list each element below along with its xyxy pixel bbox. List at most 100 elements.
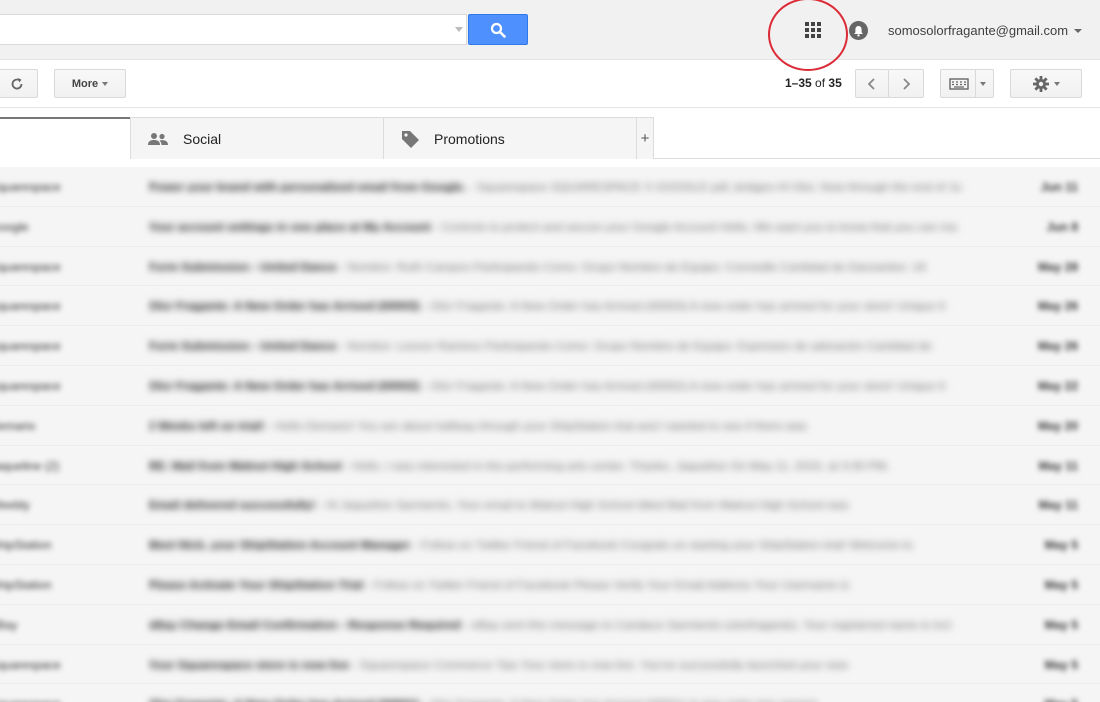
refresh-button[interactable] bbox=[0, 69, 38, 98]
add-tab-button[interactable]: + bbox=[636, 117, 654, 159]
message-snippet: - Hello, I was interested in the perform… bbox=[341, 458, 890, 473]
notifications-bell-icon[interactable] bbox=[849, 21, 868, 40]
message-sender: Squarespace bbox=[0, 378, 61, 393]
message-sender: ShipStation bbox=[0, 538, 52, 553]
message-subject-line: Please Activate Your ShipStation Trial -… bbox=[148, 578, 990, 592]
keyboard-icon bbox=[948, 77, 969, 90]
plus-icon: + bbox=[640, 130, 650, 147]
message-date: May 5 bbox=[1044, 617, 1078, 632]
tab-social[interactable]: Social bbox=[130, 117, 384, 159]
older-page-button[interactable] bbox=[888, 69, 924, 98]
message-subject: Form Submission - United Dance bbox=[148, 259, 337, 274]
message-sender: Squarespace bbox=[0, 657, 61, 672]
page-range: 1–35 bbox=[785, 76, 812, 90]
more-button[interactable]: More bbox=[54, 69, 126, 98]
message-row[interactable]: Squarespace Olor Fragante: A New Order ha… bbox=[0, 286, 1100, 327]
message-sender: eBay bbox=[0, 617, 18, 632]
message-subject: Your Squarespace store is now live bbox=[148, 657, 350, 672]
message-sender: Weebly bbox=[0, 498, 30, 513]
message-date: May 5 bbox=[1018, 697, 1078, 702]
message-list: Squarespace Power your brand with persona… bbox=[0, 167, 1100, 702]
message-date: May 22 bbox=[1037, 378, 1078, 393]
message-subject-line: Power your brand with personalized email… bbox=[148, 180, 990, 194]
message-date: May 28 bbox=[1037, 259, 1078, 274]
people-icon bbox=[147, 132, 169, 146]
bell-icon bbox=[854, 25, 863, 37]
search-button[interactable] bbox=[468, 14, 528, 45]
message-snippet: - Squarespace SQUARESPACE X GOOGLE pdf_b… bbox=[466, 180, 962, 194]
message-subject: Form Submission - United Dance bbox=[148, 339, 337, 354]
message-date: May 5 bbox=[1044, 538, 1078, 553]
top-header: somosolorfragante@gmail.com bbox=[0, 0, 1100, 71]
message-sender: Demario bbox=[0, 418, 36, 433]
search-options-caret-icon[interactable] bbox=[455, 27, 463, 32]
message-date: May 26 bbox=[1037, 299, 1078, 314]
settings-button[interactable] bbox=[1010, 69, 1082, 98]
input-tools-button[interactable] bbox=[940, 69, 994, 98]
message-subject-line: 2 Weeks left on trial! - Hello Demario! … bbox=[148, 419, 990, 433]
message-date: May 26 bbox=[1037, 339, 1078, 354]
chevron-down-icon bbox=[102, 81, 109, 86]
message-row[interactable]: Weebly Email delivered successfully! - Hi… bbox=[0, 485, 1100, 526]
message-subject-line: Meet Nick, your ShipStation Account Mana… bbox=[148, 538, 990, 552]
mail-toolbar: More 1–35 of 35 bbox=[0, 60, 1100, 108]
message-snippet: - Controls to protect and secure your Go… bbox=[430, 219, 957, 234]
message-date: Jun 11 bbox=[1040, 180, 1078, 194]
more-button-label: More bbox=[71, 77, 99, 90]
message-sender: Squarespace bbox=[0, 180, 61, 194]
message-sender: Squarespace bbox=[0, 339, 61, 354]
refresh-icon bbox=[11, 77, 23, 89]
chevron-down-icon bbox=[979, 81, 986, 86]
message-row[interactable]: Jaqueline (2) RE: Mail from Walnut High S… bbox=[0, 445, 1100, 486]
search-input[interactable] bbox=[0, 14, 467, 45]
message-row[interactable]: ShipStation Please Activate Your ShipStat… bbox=[0, 564, 1100, 605]
chevron-down-icon bbox=[1054, 81, 1060, 86]
message-date: Jun 8 bbox=[1046, 219, 1078, 234]
category-tabs: Social Promotions + bbox=[0, 117, 1100, 159]
message-snippet: - Olor Fragante: A New Order has Arrived… bbox=[419, 299, 946, 314]
account-email[interactable]: somosolorfragante@gmail.com bbox=[888, 23, 1068, 38]
message-row[interactable]: Demario 2 Weeks left on trial! - Hello De… bbox=[0, 405, 1100, 446]
tab-promotions-label: Promotions bbox=[434, 130, 505, 147]
message-row[interactable]: Squarespace Form Submission - United Danc… bbox=[0, 326, 1100, 366]
gear-icon bbox=[1033, 75, 1049, 92]
message-row[interactable]: eBay eBay Change Email Confirmation - Res… bbox=[0, 604, 1100, 645]
message-subject-line: Form Submission - United Dance - Nombre:… bbox=[148, 260, 990, 274]
message-date: May 11 bbox=[1038, 458, 1078, 473]
message-subject-line: Olor Fragante: A New Order has Arrived (… bbox=[148, 299, 990, 313]
message-subject: Olor Fragante: A New Order has Arrived (… bbox=[148, 697, 419, 702]
message-row[interactable]: Google Your account settings in one place… bbox=[0, 206, 1100, 247]
message-subject: Olor Fragante: A New Order has Arrived (… bbox=[148, 299, 420, 314]
message-row[interactable]: Squarespace Power your brand with persona… bbox=[0, 167, 1100, 207]
message-snippet: - Nombre: Ruth Campos Participando Como:… bbox=[336, 259, 926, 274]
tab-promotions[interactable]: Promotions bbox=[383, 117, 637, 159]
newer-page-button[interactable] bbox=[855, 69, 889, 98]
tab-social-label: Social bbox=[183, 130, 222, 147]
message-subject: Email delivered successfully! bbox=[148, 498, 316, 513]
chevron-left-icon bbox=[867, 77, 875, 90]
message-snippet: - Olor Fragante: A New Order has Arrived… bbox=[419, 697, 817, 702]
message-row[interactable]: Squarespace Olor Fragante: A New Order ha… bbox=[0, 365, 1100, 406]
message-snippet: - Follow on Twitter Friend of Facebook C… bbox=[410, 538, 913, 553]
message-sender: Squarespace bbox=[0, 259, 61, 274]
message-row[interactable]: Squarespace Your Squarespace store is now… bbox=[0, 644, 1100, 685]
message-row[interactable]: Squarespace Olor Fragante: A New Order ha… bbox=[0, 684, 1100, 702]
message-subject-line: eBay Change Email Confirmation - Respons… bbox=[148, 618, 990, 632]
message-subject-line: RE: Mail from Walnut High School - Hello… bbox=[148, 459, 990, 473]
message-subject: 2 Weeks left on trial! bbox=[148, 418, 265, 433]
message-subject: Please Activate Your ShipStation Trial bbox=[148, 577, 364, 592]
message-sender: Jaqueline (2) bbox=[0, 458, 60, 473]
message-subject-line: Form Submission - United Dance - Nombre:… bbox=[148, 339, 990, 353]
message-date: May 20 bbox=[1037, 418, 1078, 433]
message-subject: Power your brand with personalized email… bbox=[148, 180, 467, 194]
tab-primary[interactable] bbox=[0, 117, 131, 159]
pagination-count: 1–35 of 35 bbox=[785, 76, 842, 90]
message-date: May 11 bbox=[1038, 498, 1078, 513]
message-snippet: - Follow on Twitter Friend of Facebook P… bbox=[363, 577, 850, 592]
message-subject-line: Email delivered successfully! - Hi Jaque… bbox=[148, 498, 990, 512]
account-menu-caret-icon[interactable] bbox=[1074, 29, 1082, 33]
message-row[interactable]: Squarespace Form Submission - United Danc… bbox=[0, 246, 1100, 287]
message-snippet: - Hi Jaqueline Sarmiento, Your email to … bbox=[315, 498, 849, 513]
page-total: 35 bbox=[828, 76, 842, 90]
message-row[interactable]: ShipStation Meet Nick, your ShipStation A… bbox=[0, 525, 1100, 565]
